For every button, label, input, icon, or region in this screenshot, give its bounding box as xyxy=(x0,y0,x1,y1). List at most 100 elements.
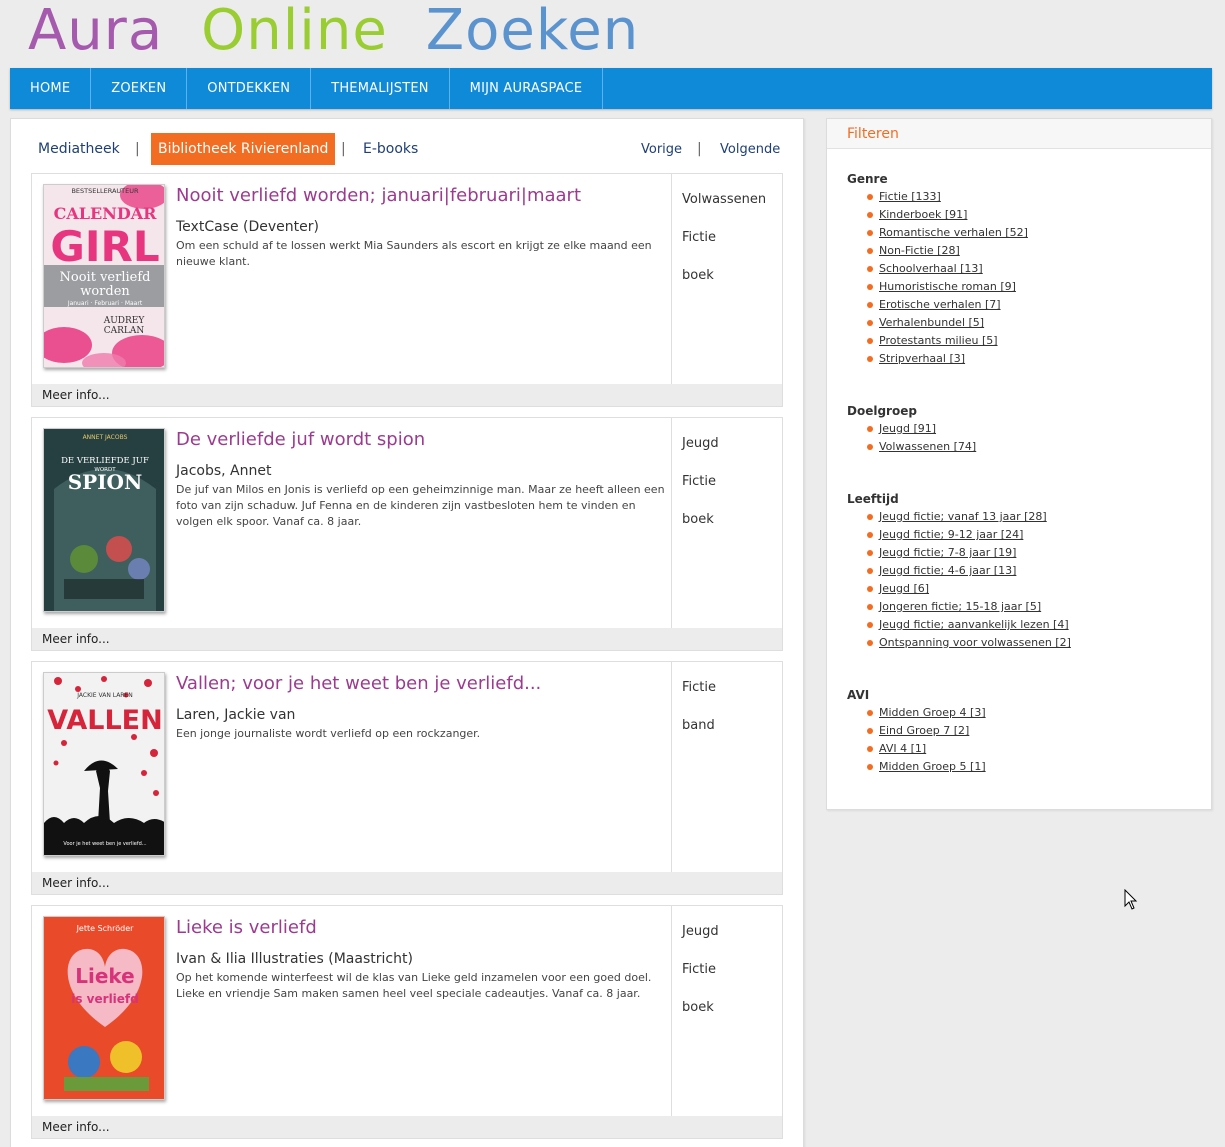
filter-link[interactable]: Jongeren fictie; 15-18 jaar [5] xyxy=(879,598,1041,616)
result-description: Om een schuld af te lossen werkt Mia Sau… xyxy=(176,239,652,268)
filter-link[interactable]: Fictie [133] xyxy=(879,188,941,206)
more-info-link[interactable]: Meer info... xyxy=(32,628,782,650)
cover-text: Lieke xyxy=(75,964,135,988)
cover-text: BESTSELLERAUTEUR xyxy=(71,187,139,195)
filter-link[interactable]: Volwassenen [74] xyxy=(879,438,976,456)
filter-option: Volwassenen [74] xyxy=(867,438,1197,456)
nav-ontdekken[interactable]: ONTDEKKEN xyxy=(187,68,312,109)
nav-mijn-auraspace[interactable]: MIJN AURASPACE xyxy=(450,68,604,109)
bullet-icon xyxy=(867,550,873,556)
results-panel: Mediatheek | Bibliotheek Rivierenland | … xyxy=(10,118,804,1147)
nav-home[interactable]: HOME xyxy=(10,68,92,109)
filter-group-title: Genre xyxy=(847,172,888,186)
bullet-icon xyxy=(867,532,873,538)
more-info-link[interactable]: Meer info... xyxy=(32,384,782,406)
cover-text: Nooit verliefd xyxy=(60,270,151,285)
result-info: De verliefde juf wordt spion Jacobs, Ann… xyxy=(176,428,672,530)
filter-link[interactable]: Romantische verhalen [52] xyxy=(879,224,1028,242)
filter-link[interactable]: Kinderboek [91] xyxy=(879,206,967,224)
cover-text: SPION xyxy=(68,470,143,494)
result-title[interactable]: De verliefde juf wordt spion xyxy=(176,428,672,452)
filter-link[interactable]: Humoristische roman [9] xyxy=(879,278,1016,296)
filter-option: Kinderboek [91] xyxy=(867,206,1197,224)
logo-word-zoeken: Zoeken xyxy=(425,0,640,63)
bullet-icon xyxy=(867,514,873,520)
bullet-icon xyxy=(867,444,873,450)
meta-doelgroep: Jeugd xyxy=(682,924,719,939)
filter-link[interactable]: Jeugd fictie; aanvankelijk lezen [4] xyxy=(879,616,1069,634)
filter-option: AVI 4 [1] xyxy=(867,740,1197,758)
filter-option: Jeugd fictie; aanvankelijk lezen [4] xyxy=(867,616,1197,634)
book-cover[interactable]: BESTSELLERAUTEUR CALENDAR GIRL Nooit ver… xyxy=(43,184,165,368)
meta-doelgroep: Volwassenen xyxy=(682,192,767,207)
book-cover[interactable]: Jette Schröder Lieke is verliefd xyxy=(43,916,165,1100)
more-info-link[interactable]: Meer info... xyxy=(32,1116,782,1138)
filter-link[interactable]: Midden Groep 5 [1] xyxy=(879,758,986,776)
meta-type: boek xyxy=(682,268,714,283)
filter-link[interactable]: Eind Groep 7 [2] xyxy=(879,722,969,740)
meta-type: boek xyxy=(682,1000,714,1015)
filter-link[interactable]: Non-Fictie [28] xyxy=(879,242,960,260)
result-item: JACKIE VAN LAREN VALLEN Voor je het weet… xyxy=(31,661,783,895)
next-link[interactable]: Volgende xyxy=(720,133,780,165)
bullet-icon xyxy=(867,764,873,770)
tab-mediatheek[interactable]: Mediatheek xyxy=(38,133,120,165)
bullet-icon xyxy=(867,194,873,200)
more-info-link[interactable]: Meer info... xyxy=(32,872,782,894)
filter-option: Schoolverhaal [13] xyxy=(867,260,1197,278)
filter-group-genre: Genre Fictie [133] Kinderboek [91] Roman… xyxy=(847,170,1197,368)
book-cover[interactable]: ANNET JACOBS DE VERLIEFDE JUF WORDT SPIO… xyxy=(43,428,165,612)
tab-bibliotheek-rivierenland[interactable]: Bibliotheek Rivierenland xyxy=(151,133,336,165)
prev-link[interactable]: Vorige xyxy=(641,133,682,165)
filter-link[interactable]: Jeugd fictie; 9-12 jaar [24] xyxy=(879,526,1023,544)
bullet-icon xyxy=(867,622,873,628)
filter-link[interactable]: Verhalenbundel [5] xyxy=(879,314,984,332)
filter-link[interactable]: Jeugd fictie; 7-8 jaar [19] xyxy=(879,544,1016,562)
filter-option: Jongeren fictie; 15-18 jaar [5] xyxy=(867,598,1197,616)
cover-text: Voor je het weet ben je verliefd... xyxy=(63,841,147,847)
filter-option: Romantische verhalen [52] xyxy=(867,224,1197,242)
meta-genre: Fictie xyxy=(682,474,716,489)
result-title[interactable]: Lieke is verliefd xyxy=(176,916,672,940)
filter-link[interactable]: Protestants milieu [5] xyxy=(879,332,998,350)
bullet-icon xyxy=(867,568,873,574)
tab-ebooks[interactable]: E-books xyxy=(363,133,418,165)
filter-link[interactable]: Jeugd fictie; vanaf 13 jaar [28] xyxy=(879,508,1047,526)
bullet-icon xyxy=(867,266,873,272)
filter-group-title: Leeftijd xyxy=(847,492,899,506)
source-tabs: Mediatheek | Bibliotheek Rivierenland | … xyxy=(11,133,803,165)
bullet-icon xyxy=(867,320,873,326)
filter-link[interactable]: Midden Groep 4 [3] xyxy=(879,704,986,722)
bullet-icon xyxy=(867,426,873,432)
filter-link[interactable]: Stripverhaal [3] xyxy=(879,350,965,368)
nav-themalijsten[interactable]: THEMALIJSTEN xyxy=(311,68,450,109)
filter-link[interactable]: AVI 4 [1] xyxy=(879,740,926,758)
result-title[interactable]: Nooit verliefd worden; januari|februari|… xyxy=(176,184,672,208)
result-info: Nooit verliefd worden; januari|februari|… xyxy=(176,184,672,270)
cover-text: CARLAN xyxy=(104,326,145,336)
site-logo[interactable]: Aura Online Zoeken xyxy=(28,0,677,62)
cover-text: CALENDAR xyxy=(54,204,158,223)
filter-link[interactable]: Ontspanning voor volwassenen [2] xyxy=(879,634,1071,652)
tab-separator: | xyxy=(135,141,140,157)
meta-type: boek xyxy=(682,512,714,527)
meta-doelgroep: Jeugd xyxy=(682,436,719,451)
filter-option: Non-Fictie [28] xyxy=(867,242,1197,260)
filter-option: Eind Groep 7 [2] xyxy=(867,722,1197,740)
filter-option: Jeugd [6] xyxy=(867,580,1197,598)
filter-link[interactable]: Schoolverhaal [13] xyxy=(879,260,983,278)
filter-link[interactable]: Jeugd [6] xyxy=(879,580,929,598)
filter-option: Midden Groep 4 [3] xyxy=(867,704,1197,722)
book-cover[interactable]: JACKIE VAN LAREN VALLEN Voor je het weet… xyxy=(43,672,165,856)
filter-link[interactable]: Jeugd fictie; 4-6 jaar [13] xyxy=(879,562,1016,580)
filter-option: Erotische verhalen [7] xyxy=(867,296,1197,314)
filter-link[interactable]: Erotische verhalen [7] xyxy=(879,296,1001,314)
filter-link[interactable]: Jeugd [91] xyxy=(879,420,936,438)
cover-text: AUDREY xyxy=(103,316,146,326)
logo-word-online: Online xyxy=(201,0,388,63)
filter-option: Jeugd fictie; 4-6 jaar [13] xyxy=(867,562,1197,580)
nav-zoeken[interactable]: ZOEKEN xyxy=(91,68,188,109)
bullet-icon xyxy=(867,356,873,362)
result-title[interactable]: Vallen; voor je het weet ben je verliefd… xyxy=(176,672,672,696)
filter-option: Jeugd fictie; vanaf 13 jaar [28] xyxy=(867,508,1197,526)
